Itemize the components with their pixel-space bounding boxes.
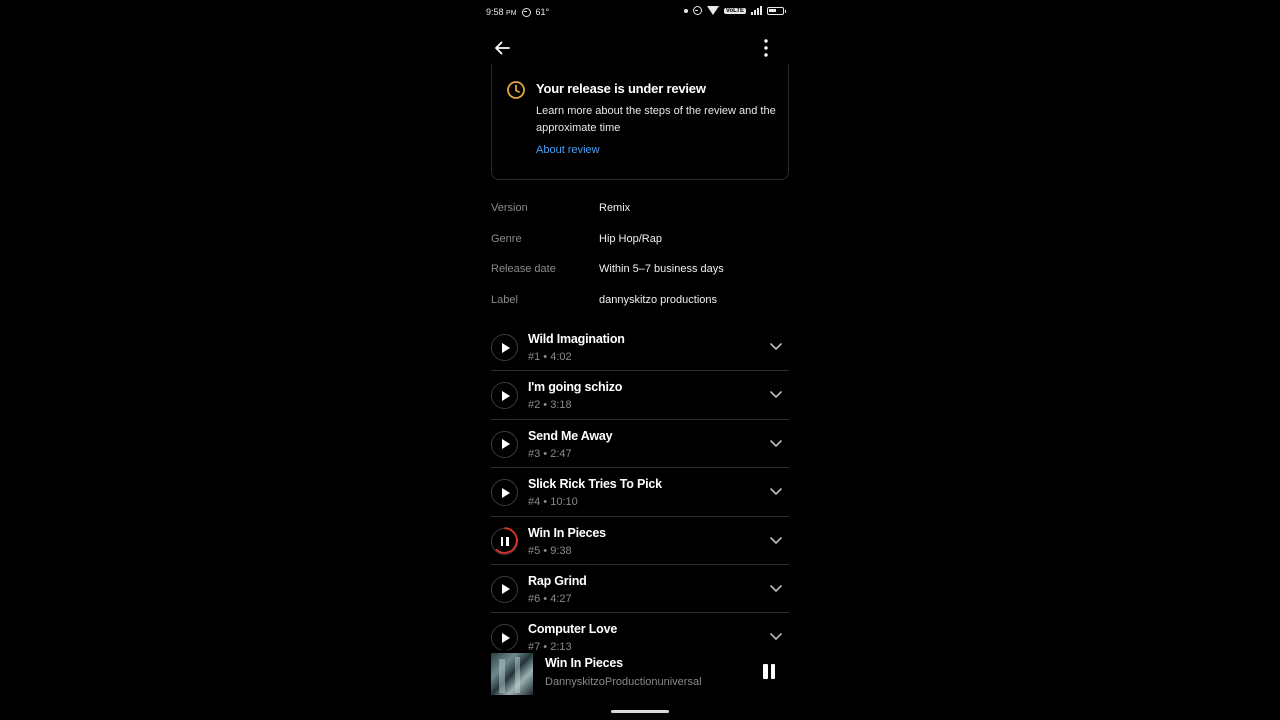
track-row[interactable]: Wild Imagination #1 • 4:02	[491, 323, 789, 372]
status-temperature: 61°	[535, 7, 550, 17]
play-button[interactable]	[491, 575, 518, 603]
battery-icon	[767, 6, 786, 15]
chevron-down-icon[interactable]	[769, 341, 783, 351]
detail-row-version: Version Remix	[491, 200, 789, 231]
track-title: Rap Grind	[528, 573, 587, 588]
track-row[interactable]: Rap Grind #6 • 4:27	[491, 565, 789, 614]
notification-dot-icon	[683, 8, 688, 13]
chevron-down-icon[interactable]	[769, 631, 783, 641]
pause-button[interactable]	[491, 527, 518, 555]
clock-icon	[507, 81, 525, 99]
play-button[interactable]	[491, 430, 518, 458]
track-meta: #3 • 2:47	[528, 447, 572, 460]
mini-player-pause-button[interactable]	[762, 664, 776, 681]
track-title: I'm going schizo	[528, 380, 623, 395]
play-icon	[502, 632, 510, 643]
detail-value: Hip Hop/Rap	[599, 232, 662, 245]
review-description: Learn more about the steps of the review…	[536, 105, 776, 134]
track-row-playing[interactable]: Win In Pieces #5 • 9:38	[491, 517, 789, 565]
status-ampm: PM	[506, 10, 517, 17]
detail-value: Remix	[599, 202, 631, 214]
track-title: Win In Pieces	[528, 525, 606, 540]
home-indicator[interactable]	[611, 710, 669, 713]
detail-label: Release date	[491, 263, 556, 275]
play-icon	[502, 487, 510, 498]
play-button[interactable]	[491, 479, 518, 507]
volte-badge: VoLTE	[723, 7, 746, 14]
track-row[interactable]: Send Me Away #3 • 2:47	[491, 420, 789, 469]
detail-row-genre: Genre Hip Hop/Rap	[491, 231, 789, 262]
album-cover-art	[491, 653, 533, 695]
play-icon	[502, 439, 510, 450]
chevron-down-icon[interactable]	[769, 438, 783, 448]
detail-label: Version	[491, 202, 528, 214]
track-title: Send Me Away	[528, 428, 613, 443]
chevron-down-icon[interactable]	[769, 486, 783, 496]
track-meta: #6 • 4:27	[528, 592, 572, 605]
review-status-card: Your release is under review Learn more …	[491, 64, 789, 180]
detail-value: dannyskitzo productions	[599, 293, 718, 306]
back-button[interactable]	[490, 36, 514, 60]
more-vertical-icon	[764, 39, 768, 57]
status-time-value: 9:58	[486, 7, 504, 17]
track-title: Slick Rick Tries To Pick	[528, 477, 662, 492]
track-title: Computer Love	[528, 622, 618, 637]
detail-row-release-date: Release date Within 5–7 business days	[491, 261, 789, 292]
status-time: 9:58 PM	[486, 7, 517, 17]
play-icon	[502, 390, 510, 401]
chevron-down-icon[interactable]	[769, 583, 783, 593]
weather-icon	[521, 7, 531, 17]
track-title: Wild Imagination	[528, 332, 625, 346]
track-list: Wild Imagination #1 • 4:02 I'm going sch…	[491, 323, 789, 662]
signal-icon	[751, 6, 762, 15]
chevron-down-icon[interactable]	[769, 535, 783, 545]
track-row[interactable]: Slick Rick Tries To Pick #4 • 10:10	[491, 468, 789, 517]
release-details: Version Remix Genre Hip Hop/Rap Release …	[491, 200, 789, 322]
wifi-icon	[706, 6, 719, 15]
track-row[interactable]: I'm going schizo #2 • 3:18	[491, 371, 789, 420]
about-review-link[interactable]: About review	[536, 144, 600, 156]
track-meta: #2 • 3:18	[528, 399, 572, 412]
mini-player-title: Win In Pieces	[545, 656, 623, 670]
play-button[interactable]	[491, 624, 518, 652]
play-icon	[502, 584, 510, 595]
arrow-left-icon	[495, 41, 510, 55]
dnd-icon	[692, 6, 702, 15]
review-title: Your release is under review	[536, 81, 706, 96]
track-meta: #1 • 4:02	[528, 351, 572, 363]
detail-label: Genre	[491, 232, 522, 245]
mini-player[interactable]: Win In Pieces DannyskitzoProductionunive…	[478, 650, 802, 700]
pause-icon	[500, 536, 509, 546]
status-bar: 9:58 PM 61° VoLTE	[478, 0, 802, 26]
play-button[interactable]	[491, 334, 518, 361]
mini-player-artist: DannyskitzoProductionuniversal	[545, 676, 702, 688]
track-meta: #5 • 9:38	[528, 544, 572, 557]
detail-value: Within 5–7 business days	[599, 263, 724, 275]
track-meta: #4 • 10:10	[528, 496, 578, 509]
more-options-button[interactable]	[754, 36, 778, 60]
chevron-down-icon[interactable]	[769, 389, 783, 399]
detail-row-label: Label dannyskitzo productions	[491, 292, 789, 323]
play-icon	[502, 342, 510, 353]
detail-label: Label	[491, 293, 518, 306]
phone-screen: 9:58 PM 61° VoLTE Your release is under …	[478, 0, 802, 720]
play-button[interactable]	[491, 382, 518, 410]
